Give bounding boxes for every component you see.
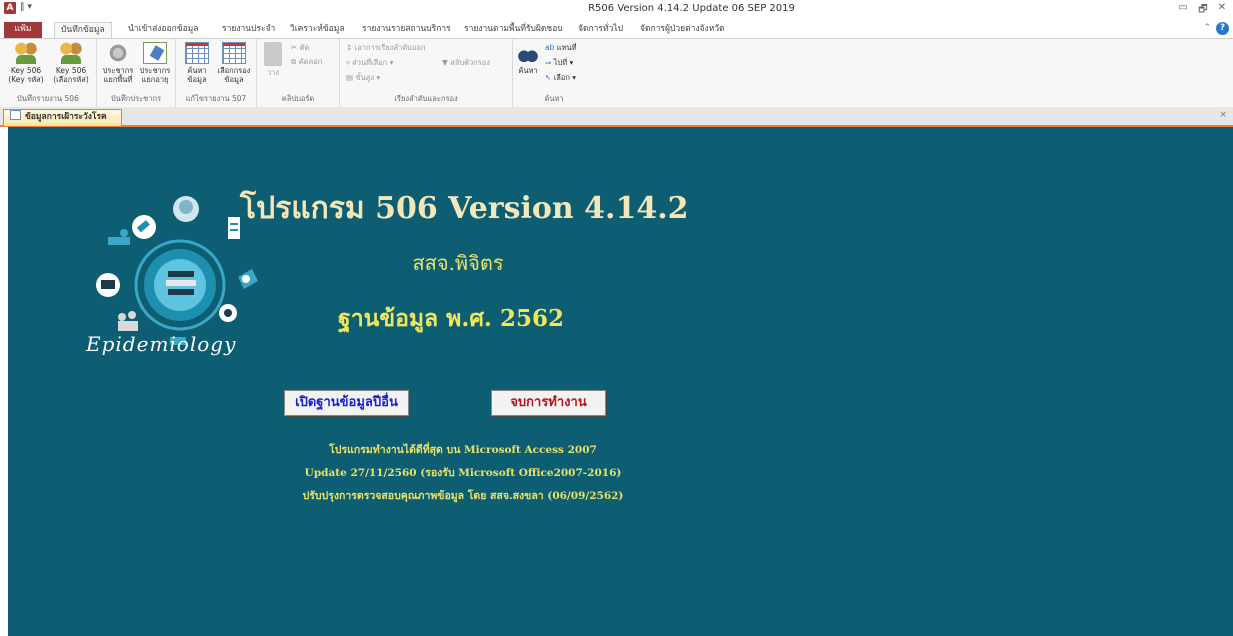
tab-analyze-data[interactable]: วิเคราะห์ข้อมูล xyxy=(284,22,351,38)
search-data-button[interactable]: ค้นหา ข้อมูล xyxy=(180,42,214,84)
group-record-population: ประชากร แยกพื้นที่ ประชากร แยกอายุ บันทึ… xyxy=(97,39,176,107)
tab-general[interactable]: จัดการทั่วไป xyxy=(572,22,629,38)
key-506-code-button[interactable]: Key 506 (Key รหัส) xyxy=(6,42,46,84)
selection-filter-button[interactable]: ▿ ส่วนที่เลือก ▾ xyxy=(346,57,393,69)
select-button[interactable]: ↖ เลือก ▾ xyxy=(545,72,576,84)
replace-button[interactable]: ab แทนที่ xyxy=(545,42,577,54)
ribbon: Key 506 (Key รหัส) Key 506 (เลือกรหัส) บ… xyxy=(0,38,1233,108)
note-line-1: โปรแกรมทำงานได้ดีที่สุด บน Microsoft Acc… xyxy=(329,444,597,456)
population-by-area-button[interactable]: ประชากร แยกพื้นที่ xyxy=(99,42,137,84)
filter-data-button[interactable]: เลือกกรอง ข้อมูล xyxy=(214,42,254,84)
logo-text: Epidemiology xyxy=(86,332,237,356)
note-line-3: ปรับปรุงการตรวจสอบคุณภาพข้อมูล โดย สสจ.ส… xyxy=(302,490,624,502)
group-label: แก้ไขรายงาน 507 xyxy=(185,94,247,103)
goto-button[interactable]: ⇒ ไปที่ ▾ xyxy=(545,57,573,69)
grid-icon xyxy=(185,42,209,64)
group-label: ค้นหา xyxy=(544,94,564,103)
group-label: บันทึกรายงาน 506 xyxy=(17,94,79,103)
population-by-age-button[interactable]: ประชากร แยกอายุ xyxy=(137,42,173,84)
tab-regular-reports[interactable]: รายงานประจำ xyxy=(216,22,281,38)
advanced-filter-button[interactable]: ▤ ขั้นสูง ▾ xyxy=(346,72,380,84)
tab-out-of-province[interactable]: จัดการผู้ป่วยต่างจังหวัด xyxy=(634,22,731,38)
access-app-icon[interactable]: A xyxy=(4,2,16,14)
title-bar: A ‖ ▾ R506 Version 4.14.2 Update 06 SEP … xyxy=(0,0,1233,18)
group-record-506: Key 506 (Key รหัส) Key 506 (เลือกรหัส) บ… xyxy=(0,39,97,107)
group-label: บันทึกประชากร xyxy=(110,94,162,103)
edit-sheet-icon xyxy=(143,42,167,64)
tab-area-reports[interactable]: รายงานตามพื้นที่รับผิดชอบ xyxy=(458,22,569,38)
document-tab-bar: ข้อมูลการเฝ้าระวังโรค xyxy=(0,107,1233,127)
database-year: ฐานข้อมูล พ.ศ. 2562 xyxy=(338,305,564,332)
key-506-select-button[interactable]: Key 506 (เลือกรหัส) xyxy=(48,42,94,84)
window-title: R506 Version 4.14.2 Update 06 SEP 2019 xyxy=(588,3,795,14)
tab-facility-reports[interactable]: รายงานรายสถานบริการ xyxy=(356,22,457,38)
organization-name: สสจ.พิจิตร xyxy=(412,251,504,275)
binoculars-icon xyxy=(518,42,538,64)
minimize-icon[interactable]: ▭ xyxy=(1175,2,1191,13)
ribbon-tabs: แฟ้ม บันทึกข้อมูล นำเข้าส่งออกข้อมูล ราย… xyxy=(0,19,1233,39)
program-title: โปรแกรม 506 Version 4.14.2 xyxy=(240,191,689,226)
open-other-year-button[interactable]: เปิดฐานข้อมูลปีอื่น xyxy=(284,390,409,416)
copy-button[interactable]: ⧉ คัดลอก xyxy=(291,56,322,68)
group-label: คลิปบอร์ด xyxy=(281,94,315,103)
people-icon xyxy=(59,42,83,64)
group-clipboard: วาง ✂ ตัด ⧉ คัดลอก คลิปบอร์ด xyxy=(257,39,340,107)
paste-button[interactable]: วาง xyxy=(261,42,285,77)
main-form: Epidemiology โปรแกรม 506 Version 4.14.2 … xyxy=(8,127,1233,636)
toggle-filter-button[interactable]: ▼ สลับตัวกรอง xyxy=(442,57,490,69)
tab-import-export[interactable]: นำเข้าส่งออกข้อมูล xyxy=(122,22,205,38)
exit-button[interactable]: จบการทำงาน xyxy=(491,390,606,416)
tab-file[interactable]: แฟ้ม xyxy=(4,22,42,38)
help-icon[interactable]: ? xyxy=(1216,22,1229,35)
close-icon[interactable]: ✕ xyxy=(1214,2,1230,13)
form-icon xyxy=(10,110,21,120)
collapse-ribbon-icon[interactable]: ⌃ xyxy=(1203,23,1211,33)
quick-access-toolbar[interactable]: ‖ ▾ xyxy=(20,2,32,12)
find-button[interactable]: ค้นหา xyxy=(515,42,541,75)
tab-record-data[interactable]: บันทึกข้อมูล xyxy=(54,22,112,39)
close-document-icon[interactable]: × xyxy=(1219,110,1227,120)
group-edit-507: ค้นหา ข้อมูล เลือกกรอง ข้อมูล แก้ไขรายงา… xyxy=(176,39,257,107)
cut-button[interactable]: ✂ ตัด xyxy=(291,42,309,54)
group-label: เรียงลำดับและกรอง xyxy=(394,94,458,103)
group-find: ค้นหา ab แทนที่ ⇒ ไปที่ ▾ ↖ เลือก ▾ ค้นห… xyxy=(513,39,595,107)
paste-icon xyxy=(264,42,282,66)
group-sort-filter: ↕ เอาการเรียงลำดับออก ▿ ส่วนที่เลือก ▾ ▤… xyxy=(340,39,513,107)
restore-icon[interactable]: 🗗 xyxy=(1195,2,1211,19)
note-line-2: Update 27/11/2560 (รองรับ Microsoft Offi… xyxy=(304,467,622,479)
grid-icon xyxy=(222,42,246,64)
gear-sheet-icon xyxy=(106,42,130,64)
clear-sort-button[interactable]: ↕ เอาการเรียงลำดับออก xyxy=(346,42,425,54)
document-tab-surveillance[interactable]: ข้อมูลการเฝ้าระวังโรค xyxy=(3,109,122,126)
people-icon xyxy=(14,42,38,64)
